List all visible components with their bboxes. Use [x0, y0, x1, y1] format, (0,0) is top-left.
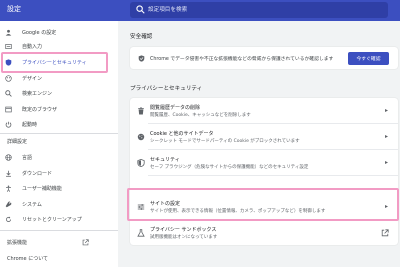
row-title: 閲覧履歴データの削除 [150, 105, 201, 111]
sidebar-item-search-engine[interactable]: 検索エンジン [0, 87, 118, 100]
sidebar-item-extensions[interactable]: 拡張機能 [0, 236, 118, 249]
reset-icon [6, 216, 11, 222]
power-icon [5, 121, 12, 128]
row-separator [148, 175, 398, 176]
row-description: セーフ ブラウジング（危険なサイトからの保護機能）などのセキュリティ設定 [150, 165, 309, 170]
sidebar-item-label: ユーザー補助機能 [22, 186, 62, 192]
row-title: Cookie と他のサイトデータ [150, 131, 214, 137]
row-clear-browsing-data[interactable]: 閲覧履歴データの削除 閲覧履歴、Cookie、キャッシュなどを削除します ▸ [130, 100, 398, 122]
sidebar-item-reset[interactable]: リセットとクリーンアップ [0, 213, 118, 226]
external-link-icon [82, 239, 89, 246]
trash-icon [138, 107, 144, 115]
security-shield-icon [137, 159, 145, 167]
sidebar-item-accessibility[interactable]: ユーザー補助機能 [0, 182, 118, 195]
download-icon [6, 170, 11, 177]
google-icon [5, 29, 12, 36]
safety-description: Chrome でデータ侵害や不正な拡張機能などの脅威から保護されているか確認しま… [150, 57, 334, 62]
highlight-frame [1, 52, 108, 73]
row-description: シークレット モードでサードパーティの Cookie がブロックされています [150, 139, 300, 144]
privacy-card: 閲覧履歴データの削除 閲覧履歴、Cookie、キャッシュなどを削除します ▸ C… [130, 98, 398, 245]
search-engine-icon [5, 90, 12, 97]
row-separator [148, 149, 398, 150]
sidebar-item-label: リセットとクリーンアップ [22, 217, 82, 223]
row-description: 試用版機能はオンになっています [150, 235, 218, 240]
highlight-frame [127, 188, 399, 221]
sidebar-divider [0, 230, 118, 231]
chevron-right-icon: ▸ [384, 133, 388, 140]
sidebar-item-appearance[interactable]: デザイン [0, 72, 118, 85]
top-bar: 設定 [0, 0, 400, 21]
sidebar-item-label: Chrome について [7, 256, 49, 262]
row-security[interactable]: セキュリティ セーフ ブラウジング（危険なサイトからの保護機能）などのセキュリテ… [130, 152, 398, 174]
sidebar-item-label: 言語 [22, 155, 33, 161]
sidebar-item-default-browser[interactable]: 既定のブラウザ [0, 103, 118, 116]
globe-icon [5, 154, 12, 161]
safety-heading: 安全確認 [130, 34, 153, 40]
external-link-icon [381, 229, 389, 237]
sidebar-item-language[interactable]: 言語 [0, 151, 118, 164]
sidebar-item-google[interactable]: Google の設定 [0, 26, 118, 39]
check-now-button[interactable]: 今すぐ確認 [348, 52, 389, 65]
app-title: 設定 [7, 5, 21, 13]
shield-check-icon [138, 55, 145, 62]
flask-icon [137, 229, 145, 237]
search-box[interactable] [130, 2, 388, 18]
chevron-right-icon: ▸ [384, 107, 388, 114]
sidebar-item-label: 拡張機能 [7, 240, 28, 246]
sidebar-item-about[interactable]: Chrome について [0, 252, 118, 265]
row-title: プライバシー サンドボックス [150, 227, 217, 233]
browser-icon [5, 106, 12, 113]
row-privacy-sandbox[interactable]: プライバシー サンドボックス 試用版機能はオンになっています [130, 222, 398, 244]
sidebar-item-label: Google の設定 [22, 30, 57, 36]
sidebar-item-label: デザイン [22, 76, 43, 82]
sidebar-item-label: 既定のブラウザ [22, 107, 58, 113]
sidebar-item-label: システム [22, 202, 42, 208]
sidebar-item-label: 検索エンジン [22, 91, 53, 97]
palette-icon [5, 75, 12, 82]
autofill-icon [5, 44, 12, 49]
row-title: セキュリティ [150, 157, 180, 163]
main-content: 安全確認 Chrome でデータ侵害や不正な拡張機能などの脅威から保護されている… [118, 21, 400, 267]
sidebar-divider [0, 133, 118, 134]
search-icon [136, 5, 145, 14]
sidebar-item-downloads[interactable]: ダウンロード [0, 167, 118, 180]
sidebar-item-system[interactable]: システム [0, 198, 118, 211]
accessibility-icon [6, 185, 11, 192]
cookie-icon [137, 133, 145, 141]
row-description: 閲覧履歴、Cookie、キャッシュなどを削除します [150, 113, 251, 118]
row-cookies[interactable]: Cookie と他のサイトデータ シークレット モードでサードパーティの Coo… [130, 126, 398, 148]
sidebar-item-label: 自動入力 [22, 44, 43, 50]
sidebar: Google の設定 自動入力 プライバシーとセキュリティ デザイン 検索エンジ… [0, 21, 118, 267]
safety-card: Chrome でデータ侵害や不正な拡張機能などの脅威から保護されているか確認しま… [130, 47, 398, 69]
chevron-right-icon: ▸ [384, 159, 388, 166]
advanced-label[interactable]: 詳細設定 [7, 138, 27, 145]
sidebar-item-startup[interactable]: 起動時 [0, 118, 118, 131]
privacy-heading: プライバシーとセキュリティ [130, 86, 203, 92]
sidebar-item-label: 起動時 [22, 122, 38, 128]
search-input[interactable] [148, 2, 378, 18]
wrench-icon [5, 201, 12, 208]
sidebar-item-label: ダウンロード [22, 171, 53, 177]
row-separator [148, 123, 398, 124]
